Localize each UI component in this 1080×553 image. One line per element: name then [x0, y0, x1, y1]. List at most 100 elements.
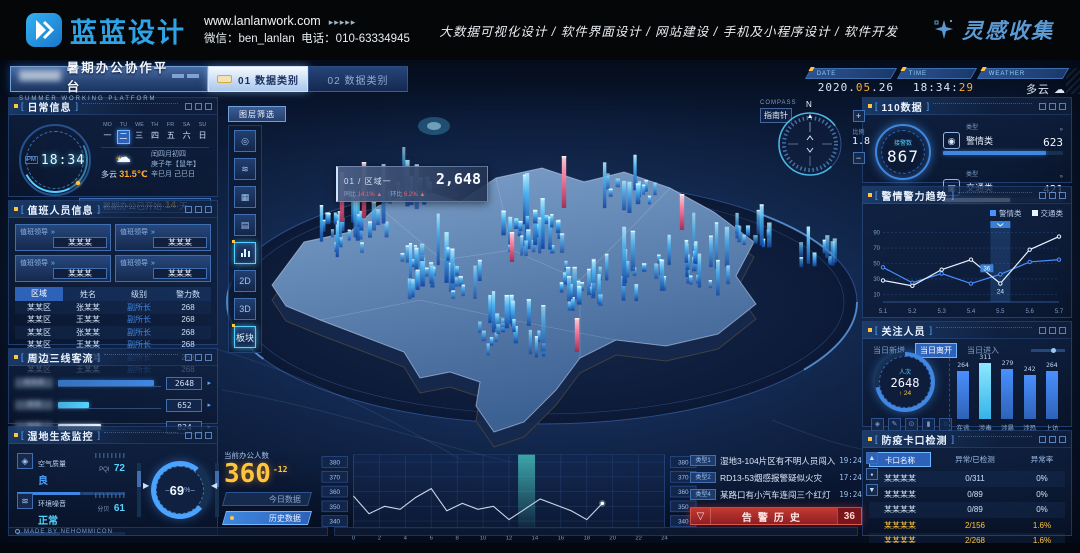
duty-leader-card[interactable]: 值班领导»某某某: [115, 255, 211, 282]
panel-minimize-icon[interactable]: [1039, 436, 1046, 443]
cell-count: 268: [165, 315, 211, 324]
panel-expand-icon[interactable]: [1059, 327, 1066, 334]
checkpoint-header-cell[interactable]: 异常率: [1019, 454, 1065, 465]
panel-minimize-icon[interactable]: [185, 354, 192, 361]
site-url[interactable]: www.lanlanwork.com: [204, 14, 321, 28]
layer-button-doc[interactable]: ▤: [234, 214, 256, 236]
redacted-title-block: [19, 70, 61, 81]
duty-header-cell: 警力数: [165, 289, 211, 300]
layer-button-blocks[interactable]: 板块: [234, 326, 256, 348]
history-data-button[interactable]: 历史数据: [222, 511, 312, 525]
redacted-line-label: 某某: [15, 400, 53, 410]
panel-expand-icon[interactable]: [1059, 103, 1066, 110]
layer-button-chart[interactable]: [234, 242, 256, 264]
redacted-line-label: 某某某: [15, 378, 53, 388]
layer-button-signal[interactable]: ≋: [234, 158, 256, 180]
week-cell: MO一: [101, 122, 114, 144]
panel-window-icon[interactable]: [1049, 192, 1056, 199]
panel-minimize-icon[interactable]: [1039, 327, 1046, 334]
panel-focus-persons: [关注人员] 当日新增当日离开当日进入 人次2648↑ 24 ◈✎⊙▮◌ 264…: [862, 321, 1072, 427]
panel-minimize-icon[interactable]: [1039, 103, 1046, 110]
tab-data-category-2[interactable]: 02 数据类别: [308, 66, 408, 92]
panel-window-icon[interactable]: [195, 432, 202, 439]
layer-button-grid[interactable]: ▦: [234, 186, 256, 208]
layer-button-3d[interactable]: 3D: [234, 298, 256, 320]
svg-text:8: 8: [456, 535, 460, 541]
bar: [1024, 375, 1036, 419]
panel-expand-icon[interactable]: [205, 103, 212, 110]
svg-text:50: 50: [873, 262, 880, 268]
gauge-right-arrow[interactable]: ◀: [211, 481, 217, 490]
compass-dial[interactable]: [776, 110, 844, 178]
duty-leader-card[interactable]: 值班领导»某某某: [15, 255, 111, 282]
cell-checkpoint-name: 某某某某: [869, 473, 931, 484]
panel-window-icon[interactable]: [195, 354, 202, 361]
type-name: 警情类: [966, 136, 993, 146]
panel-window-icon[interactable]: [1049, 103, 1056, 110]
panel-window-icon[interactable]: [195, 206, 202, 213]
checkpoint-header-cell[interactable]: 卡口名称: [869, 452, 931, 467]
scroll-dot[interactable]: ●: [866, 468, 878, 480]
alert-count-badge: 36: [837, 508, 861, 524]
svg-text:18: 18: [583, 535, 590, 541]
week-en: WE: [133, 122, 145, 127]
focus-bar-column: 311涉毒: [975, 353, 995, 432]
zoom-out-button[interactable]: −: [853, 152, 865, 164]
cell-level: 副所长: [113, 314, 165, 325]
duty-role: 值班领导»: [20, 227, 106, 237]
panel-minimize-icon[interactable]: [185, 206, 192, 213]
alert-text: 湿地3-104片区有不明人员闯入: [720, 455, 835, 467]
alert-history-banner[interactable]: ▽ 告警历史 36: [690, 507, 862, 525]
alert-item[interactable]: 类型1湿地3-104片区有不明人员闯入19:24: [690, 452, 862, 469]
panel-minimize-icon[interactable]: [185, 103, 192, 110]
layer-button-camera[interactable]: ◎: [234, 130, 256, 152]
site-header: 蓝蓝设计 www.lanlanwork.com▸▸▸▸▸ 微信：ben_lanl…: [0, 0, 1080, 60]
zoom-in-button[interactable]: +: [853, 110, 865, 122]
title-decor: [172, 74, 199, 78]
panel-expand-icon[interactable]: [1059, 192, 1066, 199]
badge-icon: ◉: [943, 132, 960, 149]
panel-window-icon[interactable]: [1049, 436, 1056, 443]
gauge-scroll-left[interactable]: [137, 463, 141, 517]
gauge-left-arrow[interactable]: ▶: [143, 481, 149, 490]
scroll-down-button[interactable]: ▼: [866, 484, 878, 496]
traffic-bar-track: [58, 380, 161, 387]
alert-item[interactable]: 类型2RD13-53烟感报警疑似火灾17:24: [690, 469, 862, 486]
stage: 蓝蓝设计 www.lanlanwork.com▸▸▸▸▸ 微信：ben_lanl…: [0, 0, 1080, 553]
panel-window-icon[interactable]: [195, 103, 202, 110]
duty-leader-card[interactable]: 值班领导»某某某: [115, 224, 211, 251]
duty-leader-card[interactable]: 值班领导»某某某: [15, 224, 111, 251]
scroll-up-button[interactable]: ▲: [866, 452, 878, 464]
panel-checkpoint: [防疫卡口检测] 卡口名称异常/已检测异常率 某某某某0/3110%某某某某0/…: [862, 430, 1072, 536]
checkpoint-header-cell[interactable]: 异常/已检测: [931, 454, 1019, 465]
checkpoint-row: 某某某某2/2681.6%: [869, 533, 1065, 543]
page-subtitle: SUMMER WORKING PLATFORM: [19, 96, 199, 102]
alert-block: 类型1湿地3-104片区有不明人员闯入19:24类型2RD13-53烟感报警疑似…: [690, 452, 858, 525]
panel-minimize-icon[interactable]: [185, 432, 192, 439]
svg-text:360: 360: [678, 489, 689, 496]
footer-decor-bar: [334, 527, 858, 536]
inspiration-collect[interactable]: 灵感收集: [932, 15, 1054, 45]
checkpoint-row: 某某某某0/3110%: [869, 471, 1065, 487]
date-value: 2020.05.26: [808, 81, 894, 94]
duty-name: 某某某: [153, 237, 207, 248]
duty-role: 值班领导»: [120, 227, 206, 237]
panel-window-icon[interactable]: [1049, 327, 1056, 334]
panel-expand-icon[interactable]: [205, 432, 212, 439]
camera-icon: ◎: [241, 136, 249, 147]
gauge-scroll-right[interactable]: [215, 463, 219, 517]
svg-text:36: 36: [983, 266, 990, 272]
today-data-button[interactable]: 今日数据: [222, 492, 312, 506]
sun-cloud-icon: ☀☁: [101, 150, 145, 167]
week-cn: 五: [164, 130, 177, 142]
layer-button-2d[interactable]: 2D: [234, 270, 256, 292]
panel-expand-icon[interactable]: [1059, 436, 1066, 443]
panel-minimize-icon[interactable]: [1039, 192, 1046, 199]
svg-text:5.2: 5.2: [908, 309, 917, 315]
tab-data-category-1[interactable]: 01 数据类别: [208, 66, 308, 92]
panel-expand-icon[interactable]: [205, 354, 212, 361]
panel-expand-icon[interactable]: [205, 206, 212, 213]
week-cell: SA六: [180, 122, 193, 144]
bar: [979, 363, 991, 419]
alert-item[interactable]: 类型4某路口有小汽车连闯三个红灯19:24: [690, 486, 862, 503]
